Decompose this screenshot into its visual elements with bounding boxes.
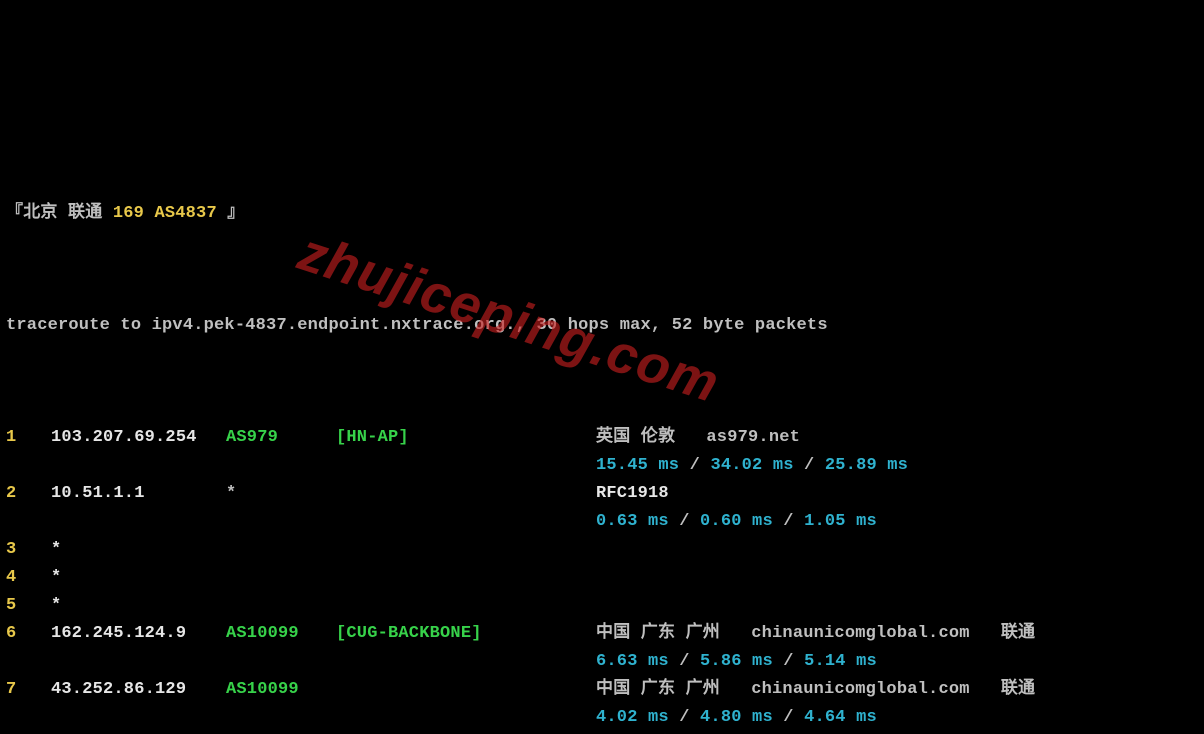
hop-ip: * [51, 536, 226, 564]
latency-value: 15.45 ms [596, 456, 679, 475]
traceroute-command: traceroute to ipv4.pek-4837.endpoint.nxt… [6, 312, 1198, 340]
hop-row: 5* [6, 592, 1198, 620]
hop-network: [CUG-BACKBONE] [336, 620, 596, 648]
hop-asn: AS979 [226, 424, 336, 452]
header-code: 169 [113, 204, 144, 223]
latency-separator: / [794, 456, 825, 475]
hop-location [596, 536, 1198, 564]
latency-separator: / [669, 652, 700, 671]
header-isp: 联通 [68, 204, 102, 223]
hop-network [336, 676, 596, 704]
latency-separator: / [679, 456, 710, 475]
latency-separator: / [669, 708, 700, 727]
terminal-output: zhujiceping.com 『北京 联通 169 AS4837 』 trac… [0, 84, 1204, 734]
hop-ip: * [51, 592, 226, 620]
hop-number: 3 [6, 536, 51, 564]
hop-ip: 43.252.86.129 [51, 676, 226, 704]
hop-number: 2 [6, 480, 51, 508]
hop-row: 3* [6, 536, 1198, 564]
hop-latency: 15.45 ms / 34.02 ms / 25.89 ms [6, 452, 1198, 480]
latency-value: 1.05 ms [804, 512, 877, 531]
hop-ip: 10.51.1.1 [51, 480, 226, 508]
latency-separator: / [773, 512, 804, 531]
latency-value: 0.60 ms [700, 512, 773, 531]
hop-row: 4* [6, 564, 1198, 592]
hop-asn: AS10099 [226, 620, 336, 648]
hop-latency: 4.02 ms / 4.80 ms / 4.64 ms [6, 704, 1198, 732]
latency-value: 4.02 ms [596, 708, 669, 727]
hop-network [336, 592, 596, 620]
hop-number: 7 [6, 676, 51, 704]
latency-value: 25.89 ms [825, 456, 908, 475]
hop-network [336, 536, 596, 564]
hop-location: 中国 广东 广州 chinaunicomglobal.com 联通 [596, 676, 1198, 704]
hop-list: 1103.207.69.254AS979[HN-AP]英国 伦敦 as979.n… [6, 424, 1198, 734]
hop-asn [226, 592, 336, 620]
latency-separator: / [773, 708, 804, 727]
hop-number: 1 [6, 424, 51, 452]
latency-value: 5.14 ms [804, 652, 877, 671]
hop-number: 5 [6, 592, 51, 620]
hop-row: 6162.245.124.9AS10099[CUG-BACKBONE]中国 广东… [6, 620, 1198, 648]
hop-network [336, 480, 596, 508]
hop-number: 4 [6, 564, 51, 592]
latency-separator: / [773, 652, 804, 671]
latency-separator: / [669, 512, 700, 531]
hop-asn [226, 536, 336, 564]
hop-location [596, 592, 1198, 620]
hop-asn [226, 564, 336, 592]
hop-row: 743.252.86.129AS10099 中国 广东 广州 chinaunico… [6, 676, 1198, 704]
hop-ip: 103.207.69.254 [51, 424, 226, 452]
route-header: 『北京 联通 169 AS4837 』 [6, 200, 1198, 228]
hop-row: 210.51.1.1* RFC1918 [6, 480, 1198, 508]
bracket-open: 『 [6, 204, 23, 223]
latency-value: 5.86 ms [700, 652, 773, 671]
latency-value: 6.63 ms [596, 652, 669, 671]
hop-ip: * [51, 564, 226, 592]
hop-row: 1103.207.69.254AS979[HN-AP]英国 伦敦 as979.n… [6, 424, 1198, 452]
latency-value: 34.02 ms [710, 456, 793, 475]
hop-location: 英国 伦敦 as979.net [596, 424, 1198, 452]
hop-latency: 6.63 ms / 5.86 ms / 5.14 ms [6, 648, 1198, 676]
hop-network [336, 564, 596, 592]
latency-value: 4.80 ms [700, 708, 773, 727]
hop-location: RFC1918 [596, 480, 1198, 508]
hop-ip: 162.245.124.9 [51, 620, 226, 648]
hop-location [596, 564, 1198, 592]
hop-number: 6 [6, 620, 51, 648]
hop-location: 中国 广东 广州 chinaunicomglobal.com 联通 [596, 620, 1198, 648]
hop-asn: * [226, 480, 336, 508]
header-city: 北京 [23, 204, 57, 223]
header-asn: AS4837 [154, 204, 216, 223]
hop-asn: AS10099 [226, 676, 336, 704]
hop-network: [HN-AP] [336, 424, 596, 452]
latency-value: 0.63 ms [596, 512, 669, 531]
bracket-close: 』 [227, 204, 244, 223]
hop-latency: 0.63 ms / 0.60 ms / 1.05 ms [6, 508, 1198, 536]
latency-value: 4.64 ms [804, 708, 877, 727]
